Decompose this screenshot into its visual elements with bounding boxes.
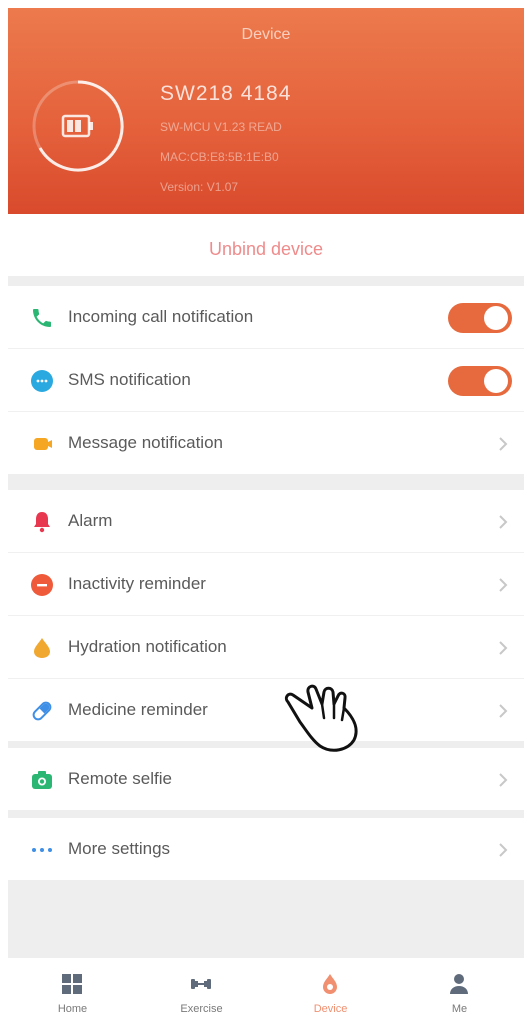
- more-dots-icon: [32, 848, 52, 852]
- device-name: SW218 4184: [160, 82, 292, 105]
- tab-me-label: Me: [451, 1003, 468, 1015]
- medicine-row[interactable]: Medicine reminder: [8, 679, 524, 741]
- incoming-call-toggle[interactable]: [448, 303, 512, 333]
- page-title: Device: [241, 26, 291, 43]
- remote-selfie-label: Remote selfie: [68, 769, 172, 788]
- dumbbell-icon: [191, 979, 211, 989]
- tab-device[interactable]: Device: [266, 958, 395, 1023]
- sms-icon: [31, 370, 53, 392]
- tab-home-label: Home: [57, 1003, 88, 1015]
- tab-me[interactable]: Me: [395, 958, 524, 1023]
- water-drop-icon: [34, 638, 50, 658]
- chevron-right-icon: [499, 773, 508, 787]
- more-settings-label: More settings: [68, 839, 171, 858]
- alarm-label: Alarm: [68, 511, 113, 530]
- tab-device-label: Device: [313, 1003, 348, 1015]
- message-notification-row[interactable]: Message notification: [8, 412, 524, 474]
- message-icon: [34, 438, 52, 450]
- sms-label: SMS notification: [68, 370, 191, 389]
- tab-home[interactable]: Home: [8, 958, 137, 1023]
- watch-icon: [323, 974, 337, 994]
- phone-icon: [33, 309, 51, 327]
- chevron-right-icon: [499, 843, 508, 857]
- inactivity-icon: [31, 574, 53, 596]
- more-settings-row[interactable]: More settings: [8, 818, 524, 880]
- chevron-right-icon: [499, 437, 508, 451]
- medicine-label: Medicine reminder: [68, 700, 208, 719]
- reminder-group: Alarm Inactivity reminder Hydration noti…: [8, 490, 524, 741]
- selfie-group: Remote selfie: [8, 748, 524, 810]
- hydration-row[interactable]: Hydration notification: [8, 616, 524, 679]
- hydration-label: Hydration notification: [68, 637, 227, 656]
- tab-exercise[interactable]: Exercise: [137, 958, 266, 1023]
- notification-group: Incoming call notification SMS notificat…: [8, 286, 524, 474]
- sms-row[interactable]: SMS notification: [8, 349, 524, 412]
- tap-hand-icon: [284, 684, 358, 752]
- battery-ring-icon: [32, 80, 124, 172]
- remote-selfie-row[interactable]: Remote selfie: [8, 748, 524, 810]
- inactivity-label: Inactivity reminder: [68, 574, 206, 593]
- chevron-right-icon: [499, 704, 508, 718]
- tab-exercise-label: Exercise: [180, 1003, 223, 1015]
- device-screen: Device SW218 4184 SW-MCU V1.23 READ MAC:…: [8, 8, 524, 1023]
- inactivity-row[interactable]: Inactivity reminder: [8, 553, 524, 616]
- device-info-line: SW-MCU V1.23 READ: [160, 120, 282, 134]
- bottom-tab-bar: Home Exercise Device Me: [8, 958, 524, 1023]
- device-info-line: Version: V1.07: [160, 180, 239, 194]
- device-info-line: MAC:CB:E8:5B:1E:B0: [160, 150, 279, 164]
- sms-toggle[interactable]: [448, 366, 512, 396]
- message-notification-label: Message notification: [68, 433, 223, 452]
- person-icon: [450, 974, 468, 994]
- device-header: Device SW218 4184 SW-MCU V1.23 READ MAC:…: [8, 8, 524, 214]
- incoming-call-label: Incoming call notification: [68, 307, 254, 326]
- camera-icon: [32, 771, 52, 789]
- home-grid-icon: [62, 974, 82, 994]
- pill-icon: [32, 701, 52, 721]
- chevron-right-icon: [499, 515, 508, 529]
- alarm-row[interactable]: Alarm: [8, 490, 524, 553]
- chevron-right-icon: [499, 641, 508, 655]
- chevron-right-icon: [499, 578, 508, 592]
- more-group: More settings: [8, 818, 524, 880]
- incoming-call-row[interactable]: Incoming call notification: [8, 286, 524, 349]
- alarm-icon: [34, 512, 50, 533]
- unbind-device-button[interactable]: Unbind device: [8, 214, 524, 276]
